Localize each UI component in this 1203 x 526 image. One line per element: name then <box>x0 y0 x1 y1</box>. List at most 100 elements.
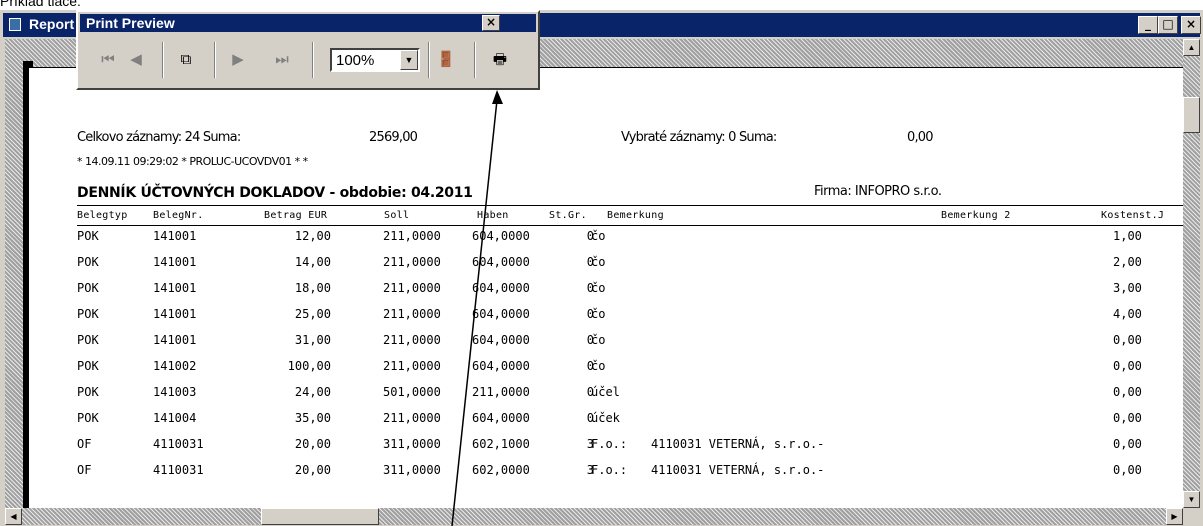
report-window-title: Report <box>29 16 75 32</box>
cell-bemerkung: čo <box>591 281 606 295</box>
next-page-icon[interactable]: ▶ <box>226 48 250 72</box>
maximize-button[interactable]: □ <box>1158 16 1178 34</box>
cell-betrag: 20,00 <box>294 437 331 451</box>
cell-haben: 604,0000 <box>472 229 530 243</box>
cell-betrag: 20,00 <box>294 463 331 477</box>
cell-betrag: 100,00 <box>287 359 331 373</box>
cell-betrag: 24,00 <box>294 385 331 399</box>
cell-belegtyp: POK <box>77 359 99 373</box>
cell-betrag: 25,00 <box>294 307 331 321</box>
cell-belegnr: 141002 <box>153 359 197 373</box>
last-page-icon[interactable]: ⏭ <box>270 48 294 72</box>
cell-soll: 311,0000 <box>383 463 441 477</box>
cell-belegtyp: POK <box>77 281 99 295</box>
column-header: Betrag EUR <box>264 210 328 221</box>
column-header: Bemerkung 2 <box>941 210 1011 221</box>
cell-belegtyp: POK <box>77 333 99 347</box>
zoom-select[interactable]: 100% ▼ <box>330 48 420 72</box>
cell-bemerkung: čo <box>591 229 606 243</box>
close-button[interactable]: × <box>1181 16 1201 34</box>
summary-selected-label: Vybraté záznamy: 0 Suma: <box>621 130 777 145</box>
toolbar-separator <box>428 42 430 78</box>
preview-viewport[interactable]: Celkovo záznamy: 24 Suma: 2569,00 Vybrat… <box>5 39 1183 508</box>
cell-haben: 602,1000 <box>472 437 530 451</box>
cell-haben: 604,0000 <box>472 359 530 373</box>
scroll-right-icon[interactable]: ▶ <box>1166 508 1183 525</box>
cell-haben: 604,0000 <box>472 255 530 269</box>
toolbar-separator <box>162 42 164 78</box>
cell-betrag: 18,00 <box>294 281 331 295</box>
report-page: Celkovo záznamy: 24 Suma: 2569,00 Vybrat… <box>28 67 1183 508</box>
cell-bemerkung: čo <box>591 333 606 347</box>
cell-belegnr: 4110031 <box>153 437 204 451</box>
cell-kostenst: 0,00 <box>1113 359 1142 373</box>
cell-bemerkung: účel <box>591 385 620 399</box>
cell-kostenst: 2,00 <box>1113 255 1142 269</box>
first-page-icon[interactable]: ⏮ <box>96 48 120 72</box>
document-caption: Príklad tlače: <box>0 0 81 9</box>
cell-bemerkung2: 4110031 VETERNÁ, s.r.o.- <box>651 437 825 451</box>
zoom-value: 100% <box>336 52 375 69</box>
cell-soll: 211,0000 <box>383 333 441 347</box>
cell-belegnr: 141003 <box>153 385 197 399</box>
cell-betrag: 12,00 <box>294 229 331 243</box>
cell-soll: 211,0000 <box>383 281 441 295</box>
cell-belegnr: 4110031 <box>153 463 204 477</box>
vertical-scroll-thumb[interactable] <box>1183 97 1200 133</box>
vertical-scrollbar[interactable]: ▲ ▼ <box>1183 39 1200 508</box>
cell-belegtyp: OF <box>77 463 92 477</box>
column-header: Haben <box>477 210 509 221</box>
cell-bemerkung: F.o.: <box>591 437 628 451</box>
cell-betrag: 35,00 <box>294 411 331 425</box>
toolbar-separator <box>312 42 314 78</box>
cell-soll: 211,0000 <box>383 411 441 425</box>
cell-kostenst: 0,00 <box>1113 333 1142 347</box>
cell-belegtyp: POK <box>77 385 99 399</box>
cell-soll: 211,0000 <box>383 255 441 269</box>
cell-belegtyp: POK <box>77 255 99 269</box>
column-header: Soll <box>384 210 410 221</box>
company-name: Firma: INFOPRO s.r.o. <box>814 184 942 199</box>
cell-belegtyp: POK <box>77 411 99 425</box>
cell-soll: 311,0000 <box>383 437 441 451</box>
cell-kostenst: 0,00 <box>1113 437 1142 451</box>
cell-soll: 501,0000 <box>383 385 441 399</box>
cell-kostenst: 0,00 <box>1113 463 1142 477</box>
cell-belegnr: 141001 <box>153 229 197 243</box>
printer-icon[interactable]: 🖶 <box>488 48 512 72</box>
horizontal-scroll-thumb[interactable] <box>261 508 379 525</box>
column-header: Kostenst.J <box>1101 210 1165 221</box>
print-preview-titlebar[interactable]: Print Preview × <box>80 14 536 32</box>
chevron-down-icon[interactable]: ▼ <box>400 50 418 70</box>
header-rule-bottom <box>77 225 1183 226</box>
cell-belegnr: 141001 <box>153 255 197 269</box>
cell-haben: 604,0000 <box>472 281 530 295</box>
cell-belegtyp: POK <box>77 229 99 243</box>
multiple-pages-icon[interactable]: ⧉ <box>174 48 198 72</box>
cell-bemerkung: čo <box>591 255 606 269</box>
column-header: Bemerkung <box>607 210 664 221</box>
previous-page-icon[interactable]: ◀ <box>124 48 148 72</box>
cell-haben: 211,0000 <box>472 385 530 399</box>
cell-belegnr: 141001 <box>153 281 197 295</box>
toolbar-separator <box>474 42 476 78</box>
scroll-left-icon[interactable]: ◀ <box>5 508 22 525</box>
cell-bemerkung2: 4110031 VETERNÁ, s.r.o.- <box>651 463 825 477</box>
horizontal-scrollbar[interactable]: ◀ ▶ <box>5 508 1183 525</box>
cell-belegtyp: OF <box>77 437 92 451</box>
cell-belegnr: 141004 <box>153 411 197 425</box>
print-preview-toolbar-window: Print Preview × ⏮ ◀ ⧉ ▶ ⏭ 100% ▼ 🚪 🖶 <box>76 10 540 90</box>
column-header: BelegNr. <box>153 210 204 221</box>
cell-haben: 604,0000 <box>472 307 530 321</box>
cell-betrag: 14,00 <box>294 255 331 269</box>
print-preview-close-button[interactable]: × <box>482 15 500 31</box>
cell-bemerkung: úček <box>591 411 620 425</box>
cell-haben: 602,0000 <box>472 463 530 477</box>
cell-soll: 211,0000 <box>383 307 441 321</box>
exit-door-icon[interactable]: 🚪 <box>434 48 458 72</box>
scroll-up-icon[interactable]: ▲ <box>1183 39 1200 56</box>
print-stamp: * 14.09.11 09:29:02 * PROLUC-UCOVDV01 * … <box>77 155 308 168</box>
header-rule-top <box>77 205 1183 206</box>
scroll-down-icon[interactable]: ▼ <box>1183 491 1200 508</box>
minimize-button[interactable]: _ <box>1138 16 1158 34</box>
